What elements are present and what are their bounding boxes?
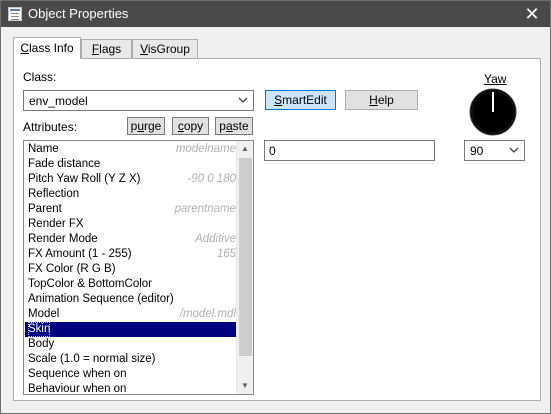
- tab-flags-label: lags: [99, 42, 122, 56]
- attributes-scrollbar[interactable]: ▲ ▼: [236, 141, 253, 394]
- attribute-row[interactable]: Reflection: [25, 187, 238, 202]
- tab-flags[interactable]: Flags: [81, 39, 132, 58]
- close-icon[interactable]: ✕: [522, 4, 542, 24]
- yaw-dropdown[interactable]: 90: [464, 140, 525, 161]
- paste-button[interactable]: paste: [215, 117, 253, 135]
- tab-class-info[interactable]: Class Info: [13, 37, 81, 59]
- attributes-list[interactable]: Name modelname Fade distance Pitch Yaw Roll…: [23, 140, 254, 395]
- attribute-row[interactable]: TopColor & BottomColor: [25, 277, 238, 292]
- attribute-name: FX Color (R G B): [28, 263, 116, 275]
- attribute-name: FX Amount (1 - 255): [28, 248, 132, 260]
- attribute-value-text: 0: [269, 144, 276, 158]
- attribute-row[interactable]: Model/model.mdl: [25, 307, 238, 322]
- class-label: Class:: [23, 70, 57, 84]
- attribute-row[interactable]: Render FX: [25, 217, 238, 232]
- help-label: elp: [377, 93, 394, 107]
- attribute-name: Pitch Yaw Roll (Y Z X): [28, 173, 141, 185]
- attribute-name: Render FX: [28, 218, 84, 230]
- tab-visgroup-mnemonic: V: [140, 42, 148, 56]
- copy-button[interactable]: copy: [172, 117, 209, 135]
- attribute-row[interactable]: Scale (1.0 = normal size): [25, 352, 238, 367]
- attribute-default-value: -90 0 180: [187, 173, 236, 185]
- object-properties-window: Object Properties ✕ Class Info Flags Vis…: [0, 0, 551, 414]
- tab-visgroup[interactable]: VisGroup: [132, 39, 198, 58]
- yaw-dropdown-value: 90: [470, 144, 484, 158]
- yaw-dial[interactable]: [469, 88, 517, 136]
- attribute-name: Fade distance: [28, 158, 101, 170]
- window-title: Object Properties: [28, 6, 129, 21]
- paste-prefix: p: [219, 119, 226, 133]
- tab-visgroup-label: isGroup: [147, 42, 190, 56]
- chevron-down-icon: [238, 97, 248, 103]
- attribute-name: Behaviour when on: [28, 383, 127, 395]
- attribute-row[interactable]: Sequence when on: [25, 367, 238, 382]
- purge-label: rge: [144, 119, 162, 133]
- attribute-row[interactable]: FX Amount (1 - 255) 165: [25, 247, 238, 262]
- attribute-name: Skin: [28, 322, 51, 337]
- paste-mnemonic: a: [225, 119, 233, 133]
- help-button[interactable]: Help: [345, 90, 418, 110]
- attribute-row[interactable]: Name modelname: [25, 142, 238, 157]
- scroll-up-icon[interactable]: ▲: [237, 141, 253, 157]
- smartedit-label: martEdit: [282, 93, 327, 107]
- help-mnemonic: H: [369, 93, 378, 107]
- paste-label: ste: [232, 119, 249, 133]
- attribute-row[interactable]: Skin: [25, 322, 238, 337]
- attribute-row[interactable]: Fade distance: [25, 157, 238, 172]
- tab-class-info-mnemonic: C: [20, 41, 29, 55]
- class-dropdown[interactable]: env_model: [23, 90, 254, 111]
- scrollbar-thumb[interactable]: [239, 158, 252, 356]
- attribute-row[interactable]: Animation Sequence (editor): [25, 292, 238, 307]
- attribute-name: Parent: [28, 203, 62, 215]
- attribute-name: Scale (1.0 = normal size): [28, 353, 156, 365]
- smartedit-button[interactable]: SmartEdit: [265, 90, 336, 110]
- attribute-name: Name: [28, 143, 59, 155]
- attribute-default-value: parentname: [174, 203, 236, 215]
- attribute-name: Body: [28, 338, 55, 350]
- purge-button[interactable]: purge: [127, 117, 165, 135]
- attribute-value-input[interactable]: 0: [264, 140, 435, 161]
- yaw-label: Yaw: [484, 72, 506, 86]
- attribute-name: Render Mode: [28, 233, 98, 245]
- class-dropdown-value: env_model: [29, 94, 88, 108]
- yaw-label-text: Yaw: [484, 72, 507, 86]
- attribute-name: Model: [28, 308, 60, 320]
- attribute-name: Reflection: [28, 188, 80, 200]
- attribute-default-value: modelname: [175, 143, 236, 155]
- attribute-row[interactable]: Pitch Yaw Roll (Y Z X) -90 0 180: [25, 172, 238, 187]
- attribute-row[interactable]: Render Mode Additive: [25, 232, 238, 247]
- attribute-default-value: Additive: [195, 233, 236, 245]
- tab-class-info-label: lass Info: [28, 41, 74, 55]
- attribute-row[interactable]: Body: [25, 337, 238, 352]
- smartedit-mnemonic: S: [274, 93, 283, 107]
- chevron-down-icon: [509, 147, 519, 153]
- scroll-down-icon[interactable]: ▼: [237, 378, 253, 394]
- attribute-default-value: 165: [216, 248, 236, 260]
- attribute-name: Sequence when on: [28, 368, 127, 380]
- attribute-row[interactable]: Parent parentname: [25, 202, 238, 217]
- copy-label: opy: [183, 119, 204, 133]
- attribute-row[interactable]: FX Color (R G B): [25, 262, 238, 277]
- attribute-row[interactable]: Behaviour when on: [25, 382, 238, 395]
- attribute-default-value: /model.mdl: [179, 308, 236, 320]
- attribute-name: TopColor & BottomColor: [28, 278, 152, 290]
- attributes-label: Attributes:: [23, 120, 78, 134]
- purge-mnemonic: u: [137, 119, 145, 133]
- object-properties-icon: [8, 7, 22, 21]
- attribute-name: Animation Sequence (editor): [28, 293, 174, 305]
- title-bar[interactable]: Object Properties ✕: [1, 1, 550, 27]
